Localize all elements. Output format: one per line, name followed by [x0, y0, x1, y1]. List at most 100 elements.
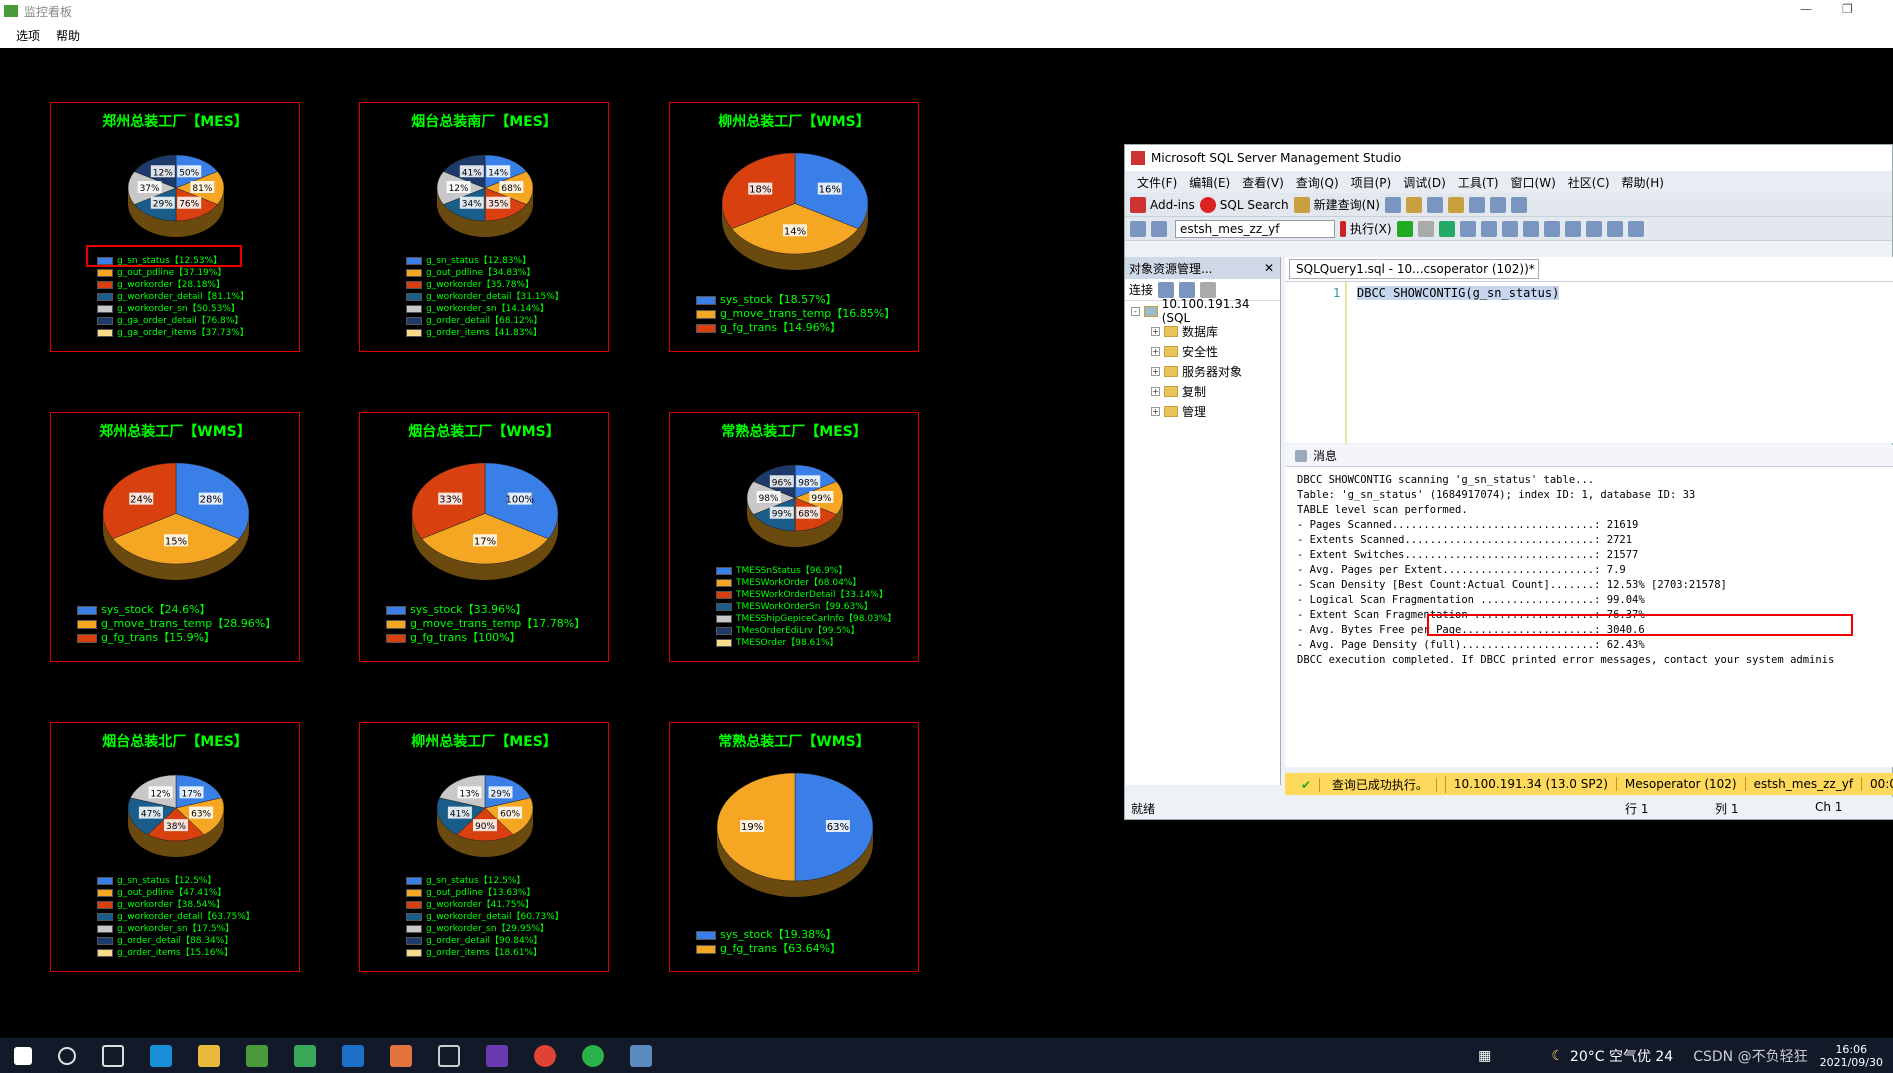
start-icon[interactable]	[14, 1046, 32, 1065]
addins-button[interactable]: Add-ins	[1150, 198, 1195, 212]
ssms-menu-help[interactable]: 帮助(H)	[1622, 174, 1664, 191]
outlook-icon[interactable]	[342, 1044, 364, 1067]
weather-text[interactable]: 20°C 空气优 24	[1570, 1046, 1673, 1066]
legend-label: g_order_items【41.83%】	[426, 328, 543, 338]
keyboard-icon[interactable]: ▦	[1478, 1048, 1491, 1064]
toolbar-icon[interactable]	[1459, 220, 1476, 237]
ssms-menu-tools[interactable]: 工具(T)	[1458, 174, 1499, 191]
window-title: 监控看板	[24, 4, 73, 19]
pie-chart: 28% 15% 24%	[102, 462, 250, 580]
execute-icon[interactable]	[1340, 220, 1346, 237]
expand-icon[interactable]: +	[1151, 386, 1160, 396]
toolbar-icon[interactable]	[1543, 220, 1560, 237]
toolbar-icon[interactable]	[1501, 220, 1518, 237]
save-all-icon[interactable]	[1489, 196, 1506, 213]
play-icon[interactable]	[1396, 220, 1413, 237]
tree-node[interactable]: + 服务器对象	[1125, 361, 1280, 381]
task-view-icon[interactable]	[102, 1044, 124, 1067]
app-icon[interactable]	[390, 1044, 412, 1067]
ssms-menu-community[interactable]: 社区(C)	[1568, 174, 1610, 191]
menu-help[interactable]: 帮助	[56, 27, 80, 44]
network-app-icon[interactable]	[630, 1044, 652, 1067]
toolbar-icon[interactable]	[1405, 196, 1422, 213]
ssms-menu-query[interactable]: 查询(Q)	[1296, 174, 1339, 191]
tree-server[interactable]: - 10.100.191.34 (SQL	[1125, 297, 1280, 325]
toolbar-icon[interactable]	[1627, 220, 1644, 237]
open-icon[interactable]	[1447, 196, 1464, 213]
query-tab[interactable]: SQLQuery1.sql - 10...csoperator (102))*	[1289, 259, 1539, 279]
minimize-icon[interactable]: —	[1800, 2, 1812, 16]
toolbar-icon[interactable]	[1384, 196, 1401, 213]
tree-node-label: 复制	[1182, 384, 1207, 399]
wechat-icon[interactable]	[582, 1044, 604, 1067]
legend-label: TMESOrder【98.61%】	[736, 638, 839, 648]
ie-icon[interactable]	[150, 1044, 172, 1067]
sql-code[interactable]: DBCC SHOWCONTIG(g_sn_status)	[1357, 286, 1560, 300]
tree-node-label: 数据库	[1182, 324, 1219, 339]
search-icon[interactable]	[58, 1046, 76, 1065]
tree-node[interactable]: + 复制	[1125, 381, 1280, 401]
new-query-icon[interactable]	[1293, 196, 1310, 213]
chrome-icon[interactable]	[534, 1044, 556, 1067]
toolbar-icon[interactable]	[1480, 220, 1497, 237]
menu-options[interactable]: 选项	[16, 27, 40, 44]
ssms-menu-window[interactable]: 窗口(W)	[1511, 174, 1556, 191]
legend-swatch	[77, 633, 97, 643]
filter-icon[interactable]	[1200, 281, 1217, 298]
tree-node-label: 安全性	[1182, 344, 1219, 359]
clock[interactable]: 16:06 2021/09/30	[1820, 1043, 1883, 1069]
ssms-menu-project[interactable]: 项目(P)	[1351, 174, 1392, 191]
stop-icon[interactable]	[1417, 220, 1434, 237]
watermark-text: CSDN @不负轻狂	[1693, 1048, 1808, 1065]
code-area[interactable]: 1 DBCC SHOWCONTIG(g_sn_status)	[1285, 281, 1893, 444]
toolbar-icon[interactable]	[1130, 220, 1146, 237]
toolbar-icon[interactable]	[1151, 220, 1167, 237]
legend-swatch	[696, 930, 716, 940]
legend-item: g_order_detail【88.34%】	[97, 935, 255, 947]
sql-search-icon[interactable]	[1199, 196, 1216, 213]
database-select[interactable]: estsh_mes_zz_yf	[1175, 219, 1335, 238]
ssms-menu-edit[interactable]: 编辑(E)	[1189, 174, 1230, 191]
maximize-icon[interactable]: ❐	[1842, 2, 1853, 16]
toolbar-icon[interactable]	[1606, 220, 1623, 237]
execute-button[interactable]: 执行(X)	[1350, 220, 1392, 237]
explorer-icon[interactable]	[198, 1044, 220, 1067]
legend-item: g_out_pdline【34.83%】	[406, 267, 564, 279]
tree-node[interactable]: + 安全性	[1125, 341, 1280, 361]
toolbar-icon[interactable]	[1522, 220, 1539, 237]
visual-studio-icon[interactable]	[486, 1044, 508, 1067]
legend-item: TMESWorkOrder【68.04%】	[716, 577, 896, 589]
status-server: 10.100.191.34 (13.0 SP2)	[1446, 777, 1617, 791]
close-icon[interactable]: ✕	[1264, 261, 1274, 275]
app-icon[interactable]	[294, 1044, 316, 1067]
parse-icon[interactable]	[1438, 220, 1455, 237]
expand-icon[interactable]: +	[1151, 406, 1160, 416]
expand-icon[interactable]: +	[1151, 326, 1160, 336]
ssms-menu-file[interactable]: 文件(F)	[1137, 174, 1177, 191]
connect-button[interactable]: 连接	[1129, 281, 1153, 298]
collapse-icon[interactable]: -	[1131, 306, 1140, 316]
toolbar-icon[interactable]	[1179, 281, 1196, 298]
messages-tab[interactable]: 消息	[1285, 445, 1893, 467]
tree-node[interactable]: + 管理	[1125, 401, 1280, 421]
save-icon[interactable]	[1468, 196, 1485, 213]
toolbar-icon[interactable]	[1564, 220, 1581, 237]
legend-swatch	[716, 615, 732, 623]
expand-icon[interactable]: +	[1151, 366, 1160, 376]
messages-text: DBCC SHOWCONTIG scanning 'g_sn_status' t…	[1285, 467, 1893, 668]
sql-search-button[interactable]: SQL Search	[1220, 198, 1289, 212]
legend-swatch	[386, 605, 406, 615]
app-icon[interactable]	[438, 1044, 460, 1067]
object-explorer-header: 对象资源管理... ✕	[1125, 257, 1280, 279]
legend-label: sys_stock【19.38%】	[720, 928, 837, 941]
new-query-button[interactable]: 新建查询(N)	[1314, 196, 1380, 213]
ssms-menu-view[interactable]: 查看(V)	[1242, 174, 1284, 191]
toolbar-icon[interactable]	[1158, 281, 1175, 298]
addins-icon[interactable]	[1130, 196, 1146, 213]
toolbar-icon[interactable]	[1510, 196, 1527, 213]
expand-icon[interactable]: +	[1151, 346, 1160, 356]
toolbar-icon[interactable]	[1585, 220, 1602, 237]
dashboard-app-icon[interactable]	[246, 1044, 268, 1067]
ssms-menu-debug[interactable]: 调试(D)	[1403, 174, 1446, 191]
toolbar-icon[interactable]	[1426, 196, 1443, 213]
